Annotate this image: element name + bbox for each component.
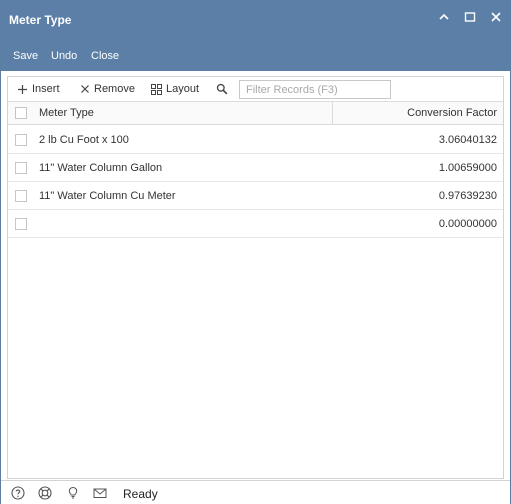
select-all-checkbox[interactable] (15, 107, 27, 119)
conversion-factor-cell[interactable]: 3.06040132 (439, 134, 497, 146)
column-divider[interactable] (332, 102, 333, 125)
conversion-factor-cell[interactable]: 1.00659000 (439, 162, 497, 174)
maximize-icon[interactable] (462, 9, 478, 25)
insert-label: Insert (32, 83, 60, 95)
conversion-factor-cell[interactable]: 0.00000000 (439, 218, 497, 230)
table-row[interactable]: 11" Water Column Cu Meter 0.97639230 (8, 182, 503, 210)
grid-panel: Insert Remove Layout Filter Records (F3)… (7, 76, 504, 479)
row-checkbox[interactable] (15, 218, 27, 230)
window-controls (436, 9, 504, 25)
status-text: Ready (123, 487, 158, 501)
grid-toolbar: Insert Remove Layout (8, 77, 503, 102)
table-row[interactable]: 2 lb Cu Foot x 100 3.06040132 (8, 126, 503, 154)
remove-label: Remove (94, 83, 135, 95)
column-header-meter-type[interactable]: Meter Type (39, 107, 94, 119)
conversion-factor-cell[interactable]: 0.97639230 (439, 190, 497, 202)
meter-type-cell[interactable]: 11" Water Column Cu Meter (39, 190, 176, 202)
row-checkbox[interactable] (15, 190, 27, 202)
menu-bar: Save Undo Close (1, 39, 510, 71)
table-row[interactable]: 11" Water Column Gallon 1.00659000 (8, 154, 503, 182)
close-icon[interactable] (488, 9, 504, 25)
insert-button[interactable]: Insert (17, 83, 60, 95)
window-title: Meter Type (9, 13, 72, 27)
lightbulb-icon[interactable] (66, 486, 80, 500)
layout-button[interactable]: Layout (151, 83, 199, 95)
mail-icon[interactable] (93, 486, 107, 500)
support-icon[interactable] (38, 486, 52, 500)
meter-type-window: Meter Type Save Undo Close Insert Remove… (0, 0, 511, 504)
column-header-conversion-factor[interactable]: Conversion Factor (407, 107, 497, 119)
grid-header: Meter Type Conversion Factor (8, 102, 503, 125)
meter-type-cell[interactable]: 11" Water Column Gallon (39, 162, 162, 174)
remove-icon (79, 84, 90, 95)
title-bar[interactable]: Meter Type (1, 1, 510, 39)
chevron-up-icon[interactable] (436, 9, 452, 25)
layout-icon (151, 83, 162, 95)
filter-records-input[interactable] (239, 80, 391, 99)
meter-type-cell[interactable]: 2 lb Cu Foot x 100 (39, 134, 129, 146)
layout-label: Layout (166, 83, 200, 95)
close-button[interactable]: Close (91, 50, 119, 62)
help-icon[interactable] (11, 486, 25, 500)
table-row-new[interactable]: 0.00000000 (8, 210, 503, 238)
remove-button[interactable]: Remove (79, 83, 135, 95)
row-checkbox[interactable] (15, 134, 27, 146)
undo-button[interactable]: Undo (51, 50, 77, 62)
status-bar: Ready (1, 480, 510, 504)
search-icon[interactable] (216, 83, 228, 95)
row-checkbox[interactable] (15, 162, 27, 174)
plus-icon (17, 84, 28, 95)
save-button[interactable]: Save (13, 50, 38, 62)
